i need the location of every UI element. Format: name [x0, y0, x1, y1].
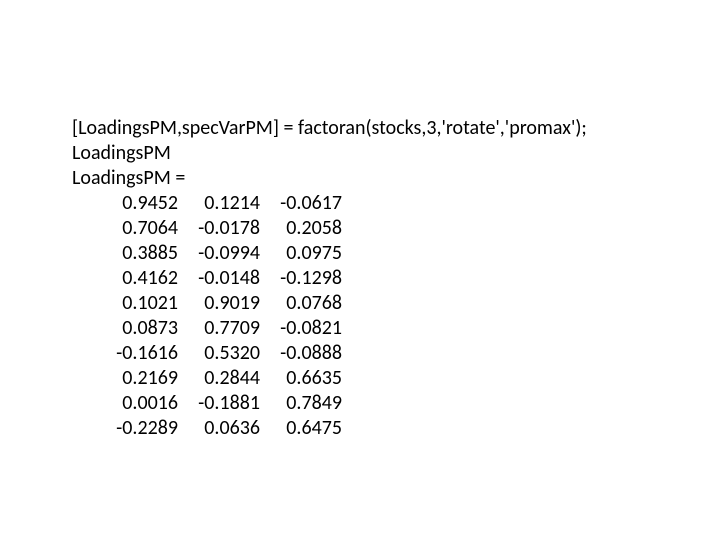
matrix-cell: -0.0148 — [178, 266, 260, 291]
matrix-cell: 0.0873 — [96, 316, 178, 341]
matrix-cell: -0.0888 — [260, 341, 342, 366]
matrix-cell: 0.5320 — [178, 341, 260, 366]
matrix-cell: 0.9452 — [96, 191, 178, 216]
matrix-cell: 0.1021 — [96, 291, 178, 316]
matrix-cell: 0.0768 — [260, 291, 342, 316]
matrix-cell: 0.6635 — [260, 366, 342, 391]
matrix-cell: -0.1298 — [260, 266, 342, 291]
matrix-cell: 0.7064 — [96, 216, 178, 241]
matrix-cell: 0.6475 — [260, 416, 342, 441]
matrix-cell: 0.7709 — [178, 316, 260, 341]
matrix-row: -0.22890.06360.6475 — [72, 416, 587, 441]
matrix-cell: -0.1616 — [96, 341, 178, 366]
matrix-cell: 0.1214 — [178, 191, 260, 216]
matrix-cell: 0.3885 — [96, 241, 178, 266]
command-line: [LoadingsPM,specVarPM] = factoran(stocks… — [72, 116, 587, 141]
matrix-row: 0.7064-0.01780.2058 — [72, 216, 587, 241]
matrix-cell: 0.2844 — [178, 366, 260, 391]
matrix-cell: -0.0994 — [178, 241, 260, 266]
matrix-row: 0.3885-0.09940.0975 — [72, 241, 587, 266]
matrix-cell: 0.9019 — [178, 291, 260, 316]
matrix-cell: -0.0178 — [178, 216, 260, 241]
matrix-row: -0.16160.5320-0.0888 — [72, 341, 587, 366]
matrix-cell: -0.1881 — [178, 391, 260, 416]
header-line: LoadingsPM = — [72, 166, 587, 191]
matrix-row: 0.94520.1214-0.0617 — [72, 191, 587, 216]
matrix-row: 0.08730.7709-0.0821 — [72, 316, 587, 341]
matrix-cell: 0.0975 — [260, 241, 342, 266]
matrix-cell: 0.7849 — [260, 391, 342, 416]
matrix-cell: 0.4162 — [96, 266, 178, 291]
matrix-cell: -0.0617 — [260, 191, 342, 216]
matrix-cell: 0.0636 — [178, 416, 260, 441]
matrix-cell: -0.0821 — [260, 316, 342, 341]
matrix-row: 0.10210.90190.0768 — [72, 291, 587, 316]
matrix-row: 0.21690.28440.6635 — [72, 366, 587, 391]
matrix-cell: 0.2058 — [260, 216, 342, 241]
loadings-matrix: 0.94520.1214-0.06170.7064-0.01780.20580.… — [72, 191, 587, 441]
matrix-cell: 0.0016 — [96, 391, 178, 416]
echo-line: LoadingsPM — [72, 141, 587, 166]
matrix-cell: -0.2289 — [96, 416, 178, 441]
matrix-row: 0.4162-0.0148-0.1298 — [72, 266, 587, 291]
output-block: [LoadingsPM,specVarPM] = factoran(stocks… — [72, 116, 587, 441]
matrix-row: 0.0016-0.18810.7849 — [72, 391, 587, 416]
matrix-cell: 0.2169 — [96, 366, 178, 391]
